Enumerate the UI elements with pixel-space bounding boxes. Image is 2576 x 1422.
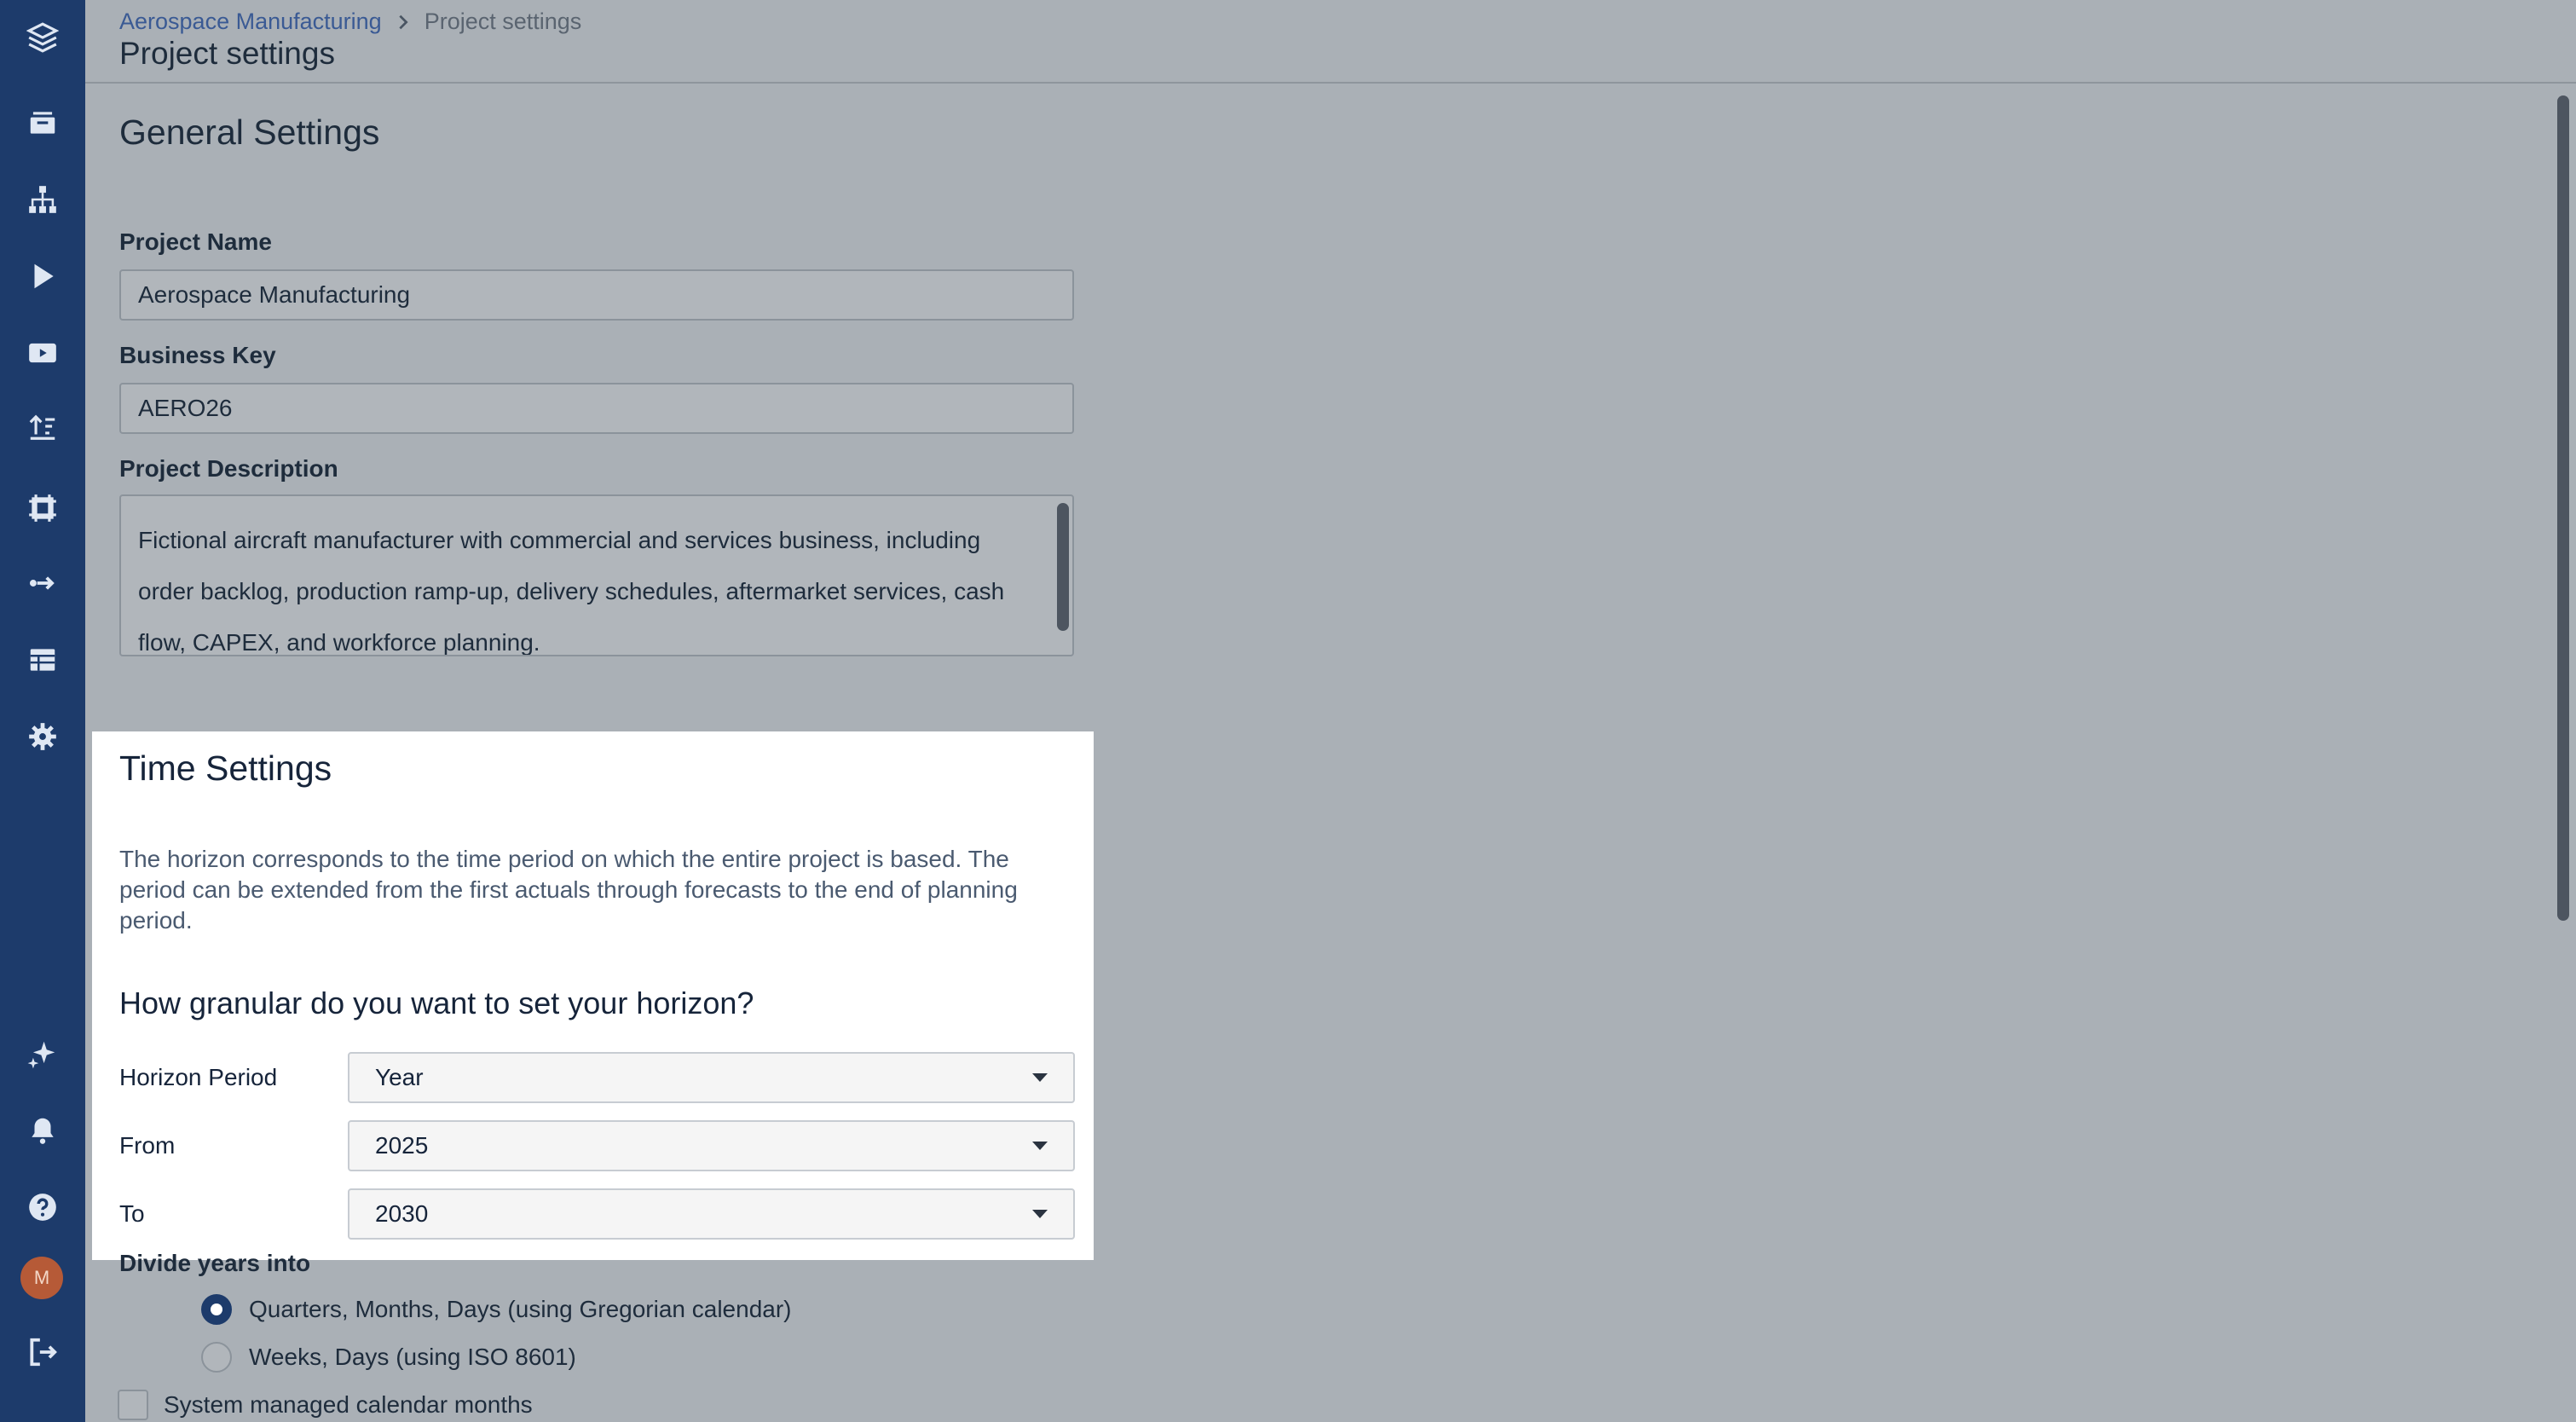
- time-settings-heading: Time Settings: [119, 749, 332, 788]
- system-managed-months-checkbox[interactable]: [118, 1390, 148, 1420]
- gear-icon[interactable]: [0, 704, 85, 769]
- chevron-right-icon: [399, 14, 408, 29]
- project-name-label: Project Name: [119, 228, 272, 255]
- to-year-select[interactable]: 2030: [348, 1188, 1075, 1240]
- frame-icon[interactable]: [0, 476, 85, 540]
- dropdown-caret-icon: [1032, 1210, 1048, 1218]
- horizon-period-select[interactable]: Year: [348, 1052, 1075, 1103]
- breadcrumb: Aerospace Manufacturing Project settings: [119, 9, 581, 35]
- project-description-textarea[interactable]: Fictional aircraft manufacturer with com…: [119, 494, 1074, 656]
- video-icon[interactable]: [0, 321, 85, 385]
- horizon-period-value: Year: [375, 1064, 424, 1090]
- page-header: Aerospace Manufacturing Project settings…: [85, 0, 2576, 84]
- system-managed-months-option[interactable]: System managed calendar months: [118, 1390, 533, 1420]
- logout-icon[interactable]: [0, 1320, 85, 1384]
- to-year-value: 2030: [375, 1200, 429, 1227]
- breadcrumb-project-link[interactable]: Aerospace Manufacturing: [119, 9, 382, 35]
- general-settings-heading: General Settings: [119, 113, 380, 152]
- radio-option-iso[interactable]: Weeks, Days (using ISO 8601): [201, 1342, 576, 1373]
- bell-icon[interactable]: [0, 1098, 85, 1163]
- textarea-scrollbar[interactable]: [1057, 503, 1069, 631]
- avatar[interactable]: M: [20, 1257, 63, 1299]
- dropdown-caret-icon: [1032, 1073, 1048, 1082]
- radio-option-gregorian[interactable]: Quarters, Months, Days (using Gregorian …: [201, 1294, 792, 1325]
- from-year-value: 2025: [375, 1132, 429, 1159]
- project-description-label: Project Description: [119, 455, 338, 482]
- from-label: From: [119, 1132, 176, 1159]
- arrow-into-icon[interactable]: [0, 551, 85, 616]
- business-key-input[interactable]: AERO26: [119, 383, 1074, 434]
- to-label: To: [119, 1200, 145, 1227]
- time-settings-description: The horizon corresponds to the time peri…: [119, 846, 1018, 934]
- breadcrumb-current: Project settings: [424, 9, 582, 34]
- inbox-icon[interactable]: [0, 90, 85, 155]
- project-name-input[interactable]: Aerospace Manufacturing: [119, 269, 1074, 321]
- radio-option-label: Quarters, Months, Days (using Gregorian …: [249, 1296, 792, 1322]
- radio-selected[interactable]: [201, 1294, 232, 1325]
- horizon-granularity-heading: How granular do you want to set your hor…: [119, 986, 754, 1020]
- left-nav-rail: M: [0, 0, 85, 1422]
- project-description-text: Fictional aircraft manufacturer with com…: [138, 527, 1005, 656]
- page-title: Project settings: [119, 36, 335, 71]
- sparkle-icon[interactable]: [0, 1021, 85, 1086]
- hierarchy-icon[interactable]: [0, 167, 85, 232]
- radio-option-label: Weeks, Days (using ISO 8601): [249, 1344, 576, 1370]
- page-scrollbar[interactable]: [2557, 95, 2569, 921]
- horizon-period-label: Horizon Period: [119, 1064, 278, 1090]
- layers-icon[interactable]: [0, 5, 85, 70]
- divide-years-label: Divide years into: [119, 1250, 311, 1276]
- time-settings-panel: Time Settings The horizon corresponds to…: [92, 731, 1094, 1260]
- radio-unselected[interactable]: [201, 1342, 232, 1373]
- business-key-label: Business Key: [119, 342, 276, 368]
- system-managed-months-label: System managed calendar months: [164, 1391, 533, 1418]
- from-year-select[interactable]: 2025: [348, 1120, 1075, 1171]
- upload-sort-icon[interactable]: [0, 394, 85, 459]
- table-icon[interactable]: [0, 627, 85, 692]
- play-icon[interactable]: [0, 244, 85, 309]
- help-icon[interactable]: [0, 1175, 85, 1240]
- dropdown-caret-icon: [1032, 1142, 1048, 1150]
